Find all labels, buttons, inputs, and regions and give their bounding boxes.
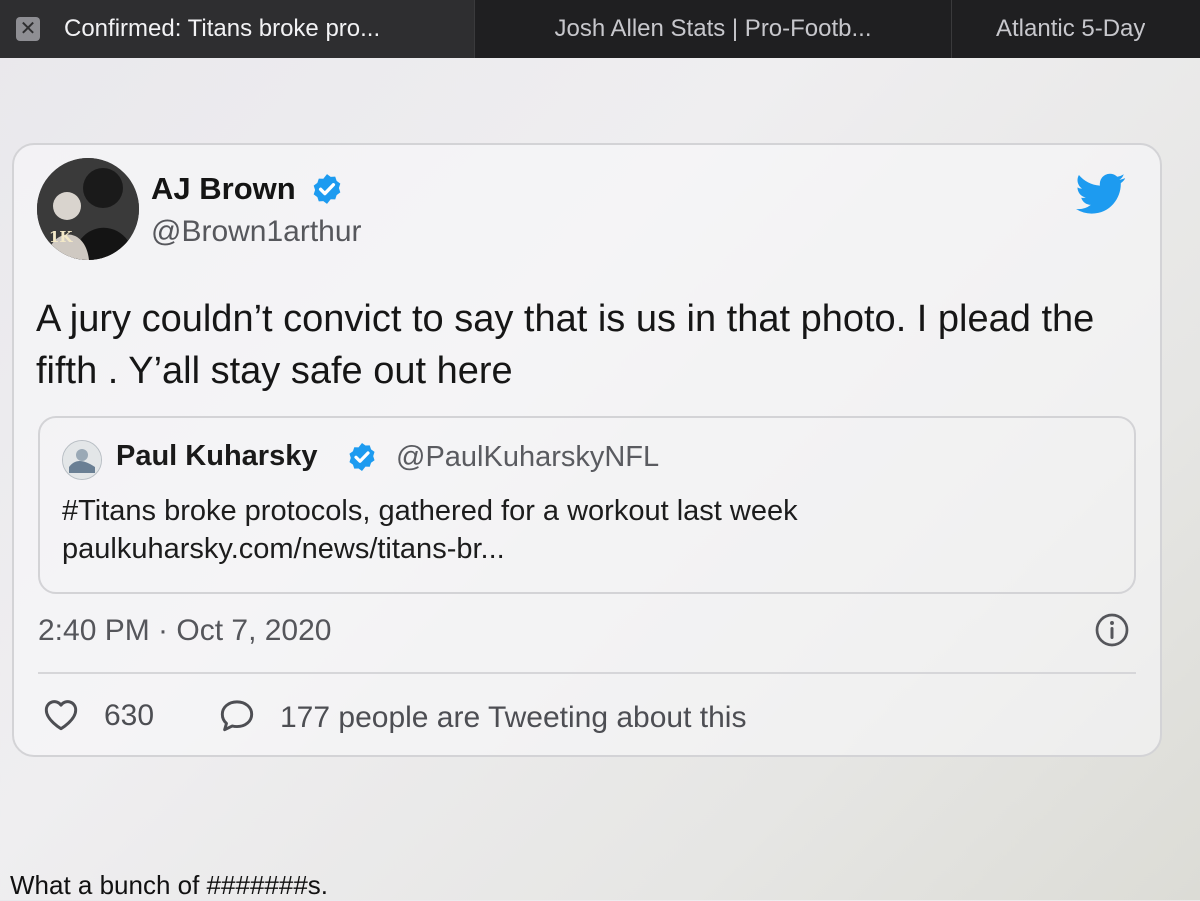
like-count[interactable]: 630: [104, 699, 154, 733]
quoted-avatar-image: [63, 441, 101, 479]
tweet-text: A jury couldn’t convict to say that is u…: [36, 298, 1095, 392]
tab-josh-allen-stats[interactable]: Josh Allen Stats | Pro-Footb...: [475, 0, 952, 58]
heart-icon[interactable]: [42, 697, 80, 731]
author-handle[interactable]: @Brown1arthur: [151, 215, 362, 249]
quoted-tweet[interactable]: Paul Kuharsky @PaulKuharskyNFL #Titans b…: [38, 416, 1136, 594]
quoted-author-name: Paul Kuharsky: [116, 440, 318, 472]
tab-confirmed-titans[interactable]: ✕ Confirmed: Titans broke pro...: [0, 0, 475, 58]
browser-tab-bar: ✕ Confirmed: Titans broke pro... Josh Al…: [0, 0, 1200, 58]
close-tab-icon[interactable]: ✕: [16, 17, 40, 41]
info-icon[interactable]: [1094, 612, 1130, 648]
divider: [38, 672, 1136, 674]
tab-atlantic-5-day[interactable]: Atlantic 5-Day: [952, 0, 1200, 58]
tweet-timestamp[interactable]: 2:40 PM · Oct 7, 2020: [38, 614, 331, 648]
post-caption: What a bunch of #######s.: [10, 870, 329, 900]
quoted-author-handle: @PaulKuharskyNFL: [396, 441, 660, 473]
verified-badge-icon: [349, 443, 375, 471]
quoted-avatar: [62, 440, 102, 480]
avatar-image: 1K: [37, 158, 139, 260]
avatar[interactable]: 1K: [37, 158, 139, 260]
quoted-tweet-text: #Titans broke protocols, gathered for a …: [62, 495, 798, 565]
tab-title: Atlantic 5-Day: [996, 15, 1146, 42]
tab-title: Josh Allen Stats | Pro-Footb...: [554, 15, 872, 42]
twitter-bird-icon[interactable]: [1076, 173, 1126, 215]
talking-about-link[interactable]: 177 people are Tweeting about this: [280, 701, 746, 735]
svg-text:1K: 1K: [49, 228, 73, 246]
speech-bubble-icon[interactable]: [218, 698, 256, 732]
tab-title: Confirmed: Titans broke pro...: [64, 15, 381, 42]
verified-badge-icon: [313, 174, 341, 204]
embedded-tweet-card[interactable]: 1K AJ Brown @Brown1arthur A jury couldn’…: [12, 143, 1162, 757]
author-name[interactable]: AJ Brown: [151, 171, 296, 207]
